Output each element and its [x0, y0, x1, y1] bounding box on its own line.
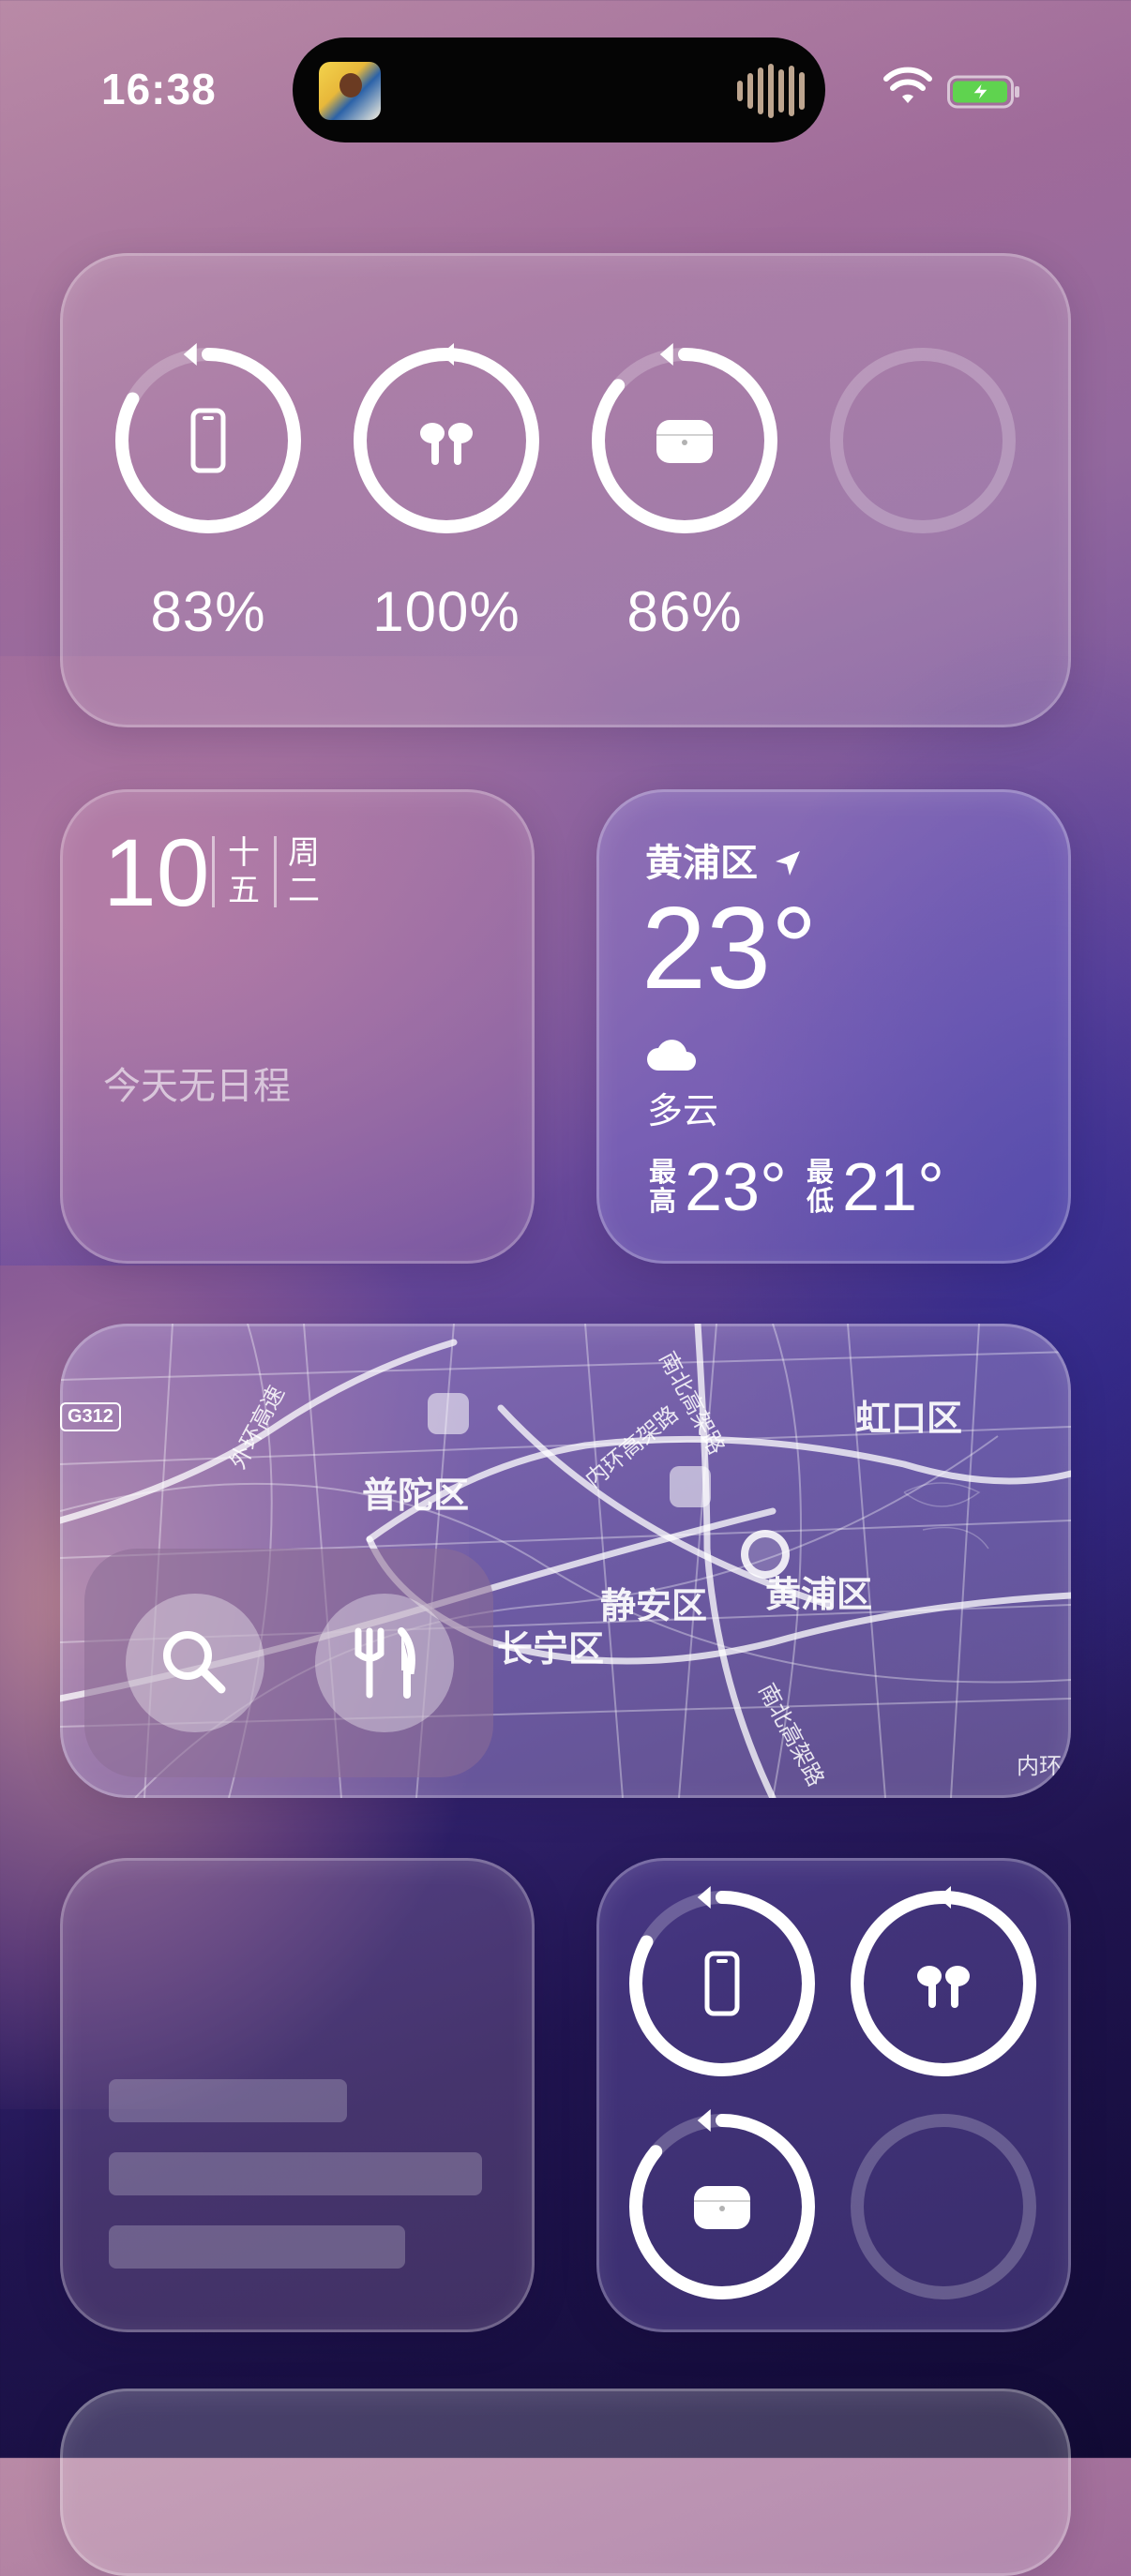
current-location-pin-icon [741, 1530, 790, 1579]
placeholder-line [109, 2152, 482, 2195]
map-district-label: 长宁区 [497, 1630, 605, 1670]
battery-ring-airpods [349, 343, 544, 538]
high-label-1: 最 [649, 1158, 677, 1188]
battery-percent-iphone: 83% [150, 580, 266, 643]
high-temp: 23° [685, 1150, 787, 1225]
map-district-label: 静安区 [600, 1587, 708, 1626]
now-playing-artwork [319, 62, 381, 120]
airpods-case-icon [656, 420, 713, 463]
weather-low: 最低 21° [807, 1149, 944, 1226]
divider [212, 836, 215, 907]
low-label-1: 最 [807, 1158, 835, 1188]
audio-waveform-icon [737, 64, 805, 118]
weekday-line1: 周 [288, 835, 320, 871]
road-shield-badge: G312 [60, 1402, 121, 1431]
airpods-icon [420, 423, 473, 465]
weekday-line2: 二 [288, 873, 320, 908]
battery-percent-airpods: 100% [372, 580, 520, 643]
status-time: 16:38 [101, 65, 217, 113]
map-road-label: 内环 [1017, 1754, 1062, 1779]
weather-high: 最高 23° [649, 1149, 787, 1226]
battery-ring-airpods-case [587, 343, 782, 538]
calendar-day: 10 [103, 819, 210, 926]
weather-location: 黄浦区 [645, 832, 804, 887]
weekday: 周 二 [285, 834, 323, 909]
lunar-date-line2: 五 [228, 873, 260, 908]
lunar-date: 十 五 [225, 834, 263, 909]
map-actions-panel [84, 1549, 493, 1777]
battery-ring-iphone [111, 343, 306, 538]
battery-ring-empty [846, 2109, 1041, 2304]
battery-ring-iphone [625, 1886, 820, 2081]
battery-percent-case: 86% [626, 580, 743, 643]
lunar-date-line1: 十 [228, 835, 260, 871]
low-temp: 21° [842, 1150, 944, 1225]
airpods-case-icon [694, 2186, 750, 2229]
location-arrow-icon [776, 851, 801, 876]
metro-station-icon [670, 1466, 711, 1507]
battery-ring-level [851, 1891, 1036, 2076]
metro-station-icon [428, 1393, 469, 1434]
charging-indicator-icon [938, 1886, 951, 1909]
battery-charging-icon [947, 75, 1019, 109]
map-district-label: 黄浦区 [765, 1576, 873, 1615]
placeholder-line [109, 2079, 347, 2122]
placeholder-line [109, 2225, 405, 2269]
iphone-icon [704, 1951, 740, 2016]
battery-ring-airpods [846, 1886, 1041, 2081]
map-district-label: 普陀区 [362, 1476, 470, 1516]
no-events-text: 今天无日程 [103, 1066, 291, 1107]
battery-ring-empty [825, 343, 1020, 538]
dynamic-island[interactable] [293, 37, 825, 142]
charging-indicator-icon [441, 343, 454, 366]
map-district-label: 虹口区 [855, 1400, 963, 1439]
map-restaurants-button[interactable] [315, 1594, 454, 1732]
iphone-icon [190, 408, 226, 473]
battery-ring-level [354, 348, 539, 533]
partial-widget-bottom[interactable] [60, 2389, 1071, 2576]
high-label-2: 高 [649, 1187, 677, 1217]
wifi-icon [883, 67, 932, 103]
weather-temperature: 23° [641, 884, 818, 1013]
divider [274, 836, 277, 907]
fork-knife-icon [354, 1627, 415, 1699]
airpods-icon [917, 1966, 970, 2008]
weather-location-label: 黄浦区 [645, 843, 758, 884]
map-search-button[interactable] [126, 1594, 264, 1732]
search-icon [163, 1631, 226, 1694]
cloud-icon [647, 1040, 696, 1071]
weather-condition: 多云 [647, 1092, 719, 1131]
battery-ring-airpods-case [625, 2109, 820, 2304]
low-label-2: 低 [807, 1187, 835, 1217]
